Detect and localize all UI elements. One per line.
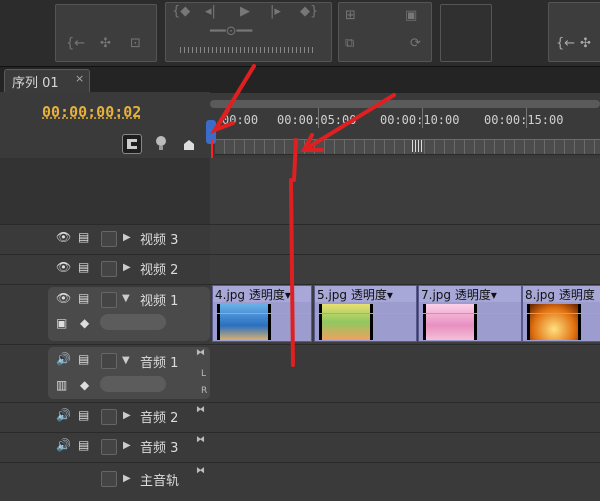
annotation-line-a bbox=[292, 138, 298, 182]
annotation-arrows bbox=[209, 64, 396, 367]
arrow-head bbox=[209, 108, 235, 135]
annotation-arrow-2 bbox=[302, 93, 396, 152]
annotation-overlay bbox=[209, 64, 396, 367]
annotation-line-b bbox=[289, 178, 295, 367]
